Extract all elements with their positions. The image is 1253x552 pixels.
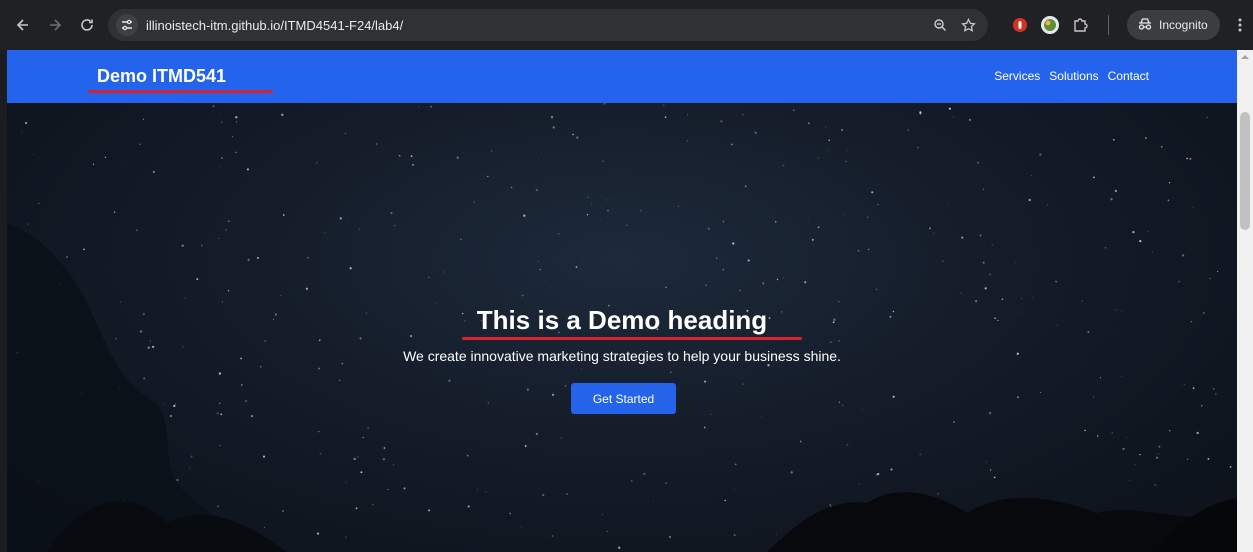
address-bar[interactable]: illinoistech-itm.github.io/ITMD4541-F24/…: [108, 9, 988, 41]
more-menu-icon[interactable]: [1230, 13, 1250, 37]
site-header: Demo ITMD541 Services Solutions Contact: [7, 50, 1237, 103]
incognito-label: Incognito: [1159, 18, 1208, 32]
scroll-up-icon[interactable]: [1237, 50, 1253, 64]
extension-red-icon[interactable]: [1010, 15, 1030, 35]
hero-heading: This is a Demo heading: [476, 305, 768, 335]
page-scrollbar[interactable]: [1237, 50, 1253, 552]
site-brand[interactable]: Demo ITMD541: [97, 66, 226, 87]
get-started-button[interactable]: Get Started: [571, 383, 676, 414]
scrollbar-thumb[interactable]: [1240, 112, 1250, 230]
bookmark-star-icon[interactable]: [956, 13, 980, 37]
extension-green-icon[interactable]: [1040, 15, 1060, 35]
toolbar-divider: [1108, 15, 1109, 35]
incognito-icon: [1137, 17, 1153, 34]
back-icon[interactable]: [10, 12, 36, 38]
nav-link-solutions[interactable]: Solutions: [1049, 69, 1098, 83]
hero-section: This is a Demo heading We create innovat…: [7, 103, 1237, 552]
site-info-icon[interactable]: [116, 14, 138, 36]
annotation-underline-brand: [88, 90, 273, 93]
incognito-button[interactable]: Incognito: [1127, 10, 1220, 40]
extensions-puzzle-icon[interactable]: [1070, 15, 1090, 35]
page-viewport: Demo ITMD541 Services Solutions Contact …: [7, 50, 1237, 552]
forward-icon[interactable]: [42, 12, 68, 38]
nav-link-contact[interactable]: Contact: [1108, 69, 1149, 83]
hero-subtitle: We create innovative marketing strategie…: [403, 348, 841, 364]
zoom-icon[interactable]: [928, 13, 952, 37]
site-nav: Services Solutions Contact: [994, 69, 1149, 83]
nav-link-services[interactable]: Services: [994, 69, 1040, 83]
reload-icon[interactable]: [74, 12, 100, 38]
url-text[interactable]: illinoistech-itm.github.io/ITMD4541-F24/…: [146, 18, 403, 33]
browser-toolbar: illinoistech-itm.github.io/ITMD4541-F24/…: [0, 0, 1253, 50]
annotation-underline-heading: [462, 337, 802, 340]
